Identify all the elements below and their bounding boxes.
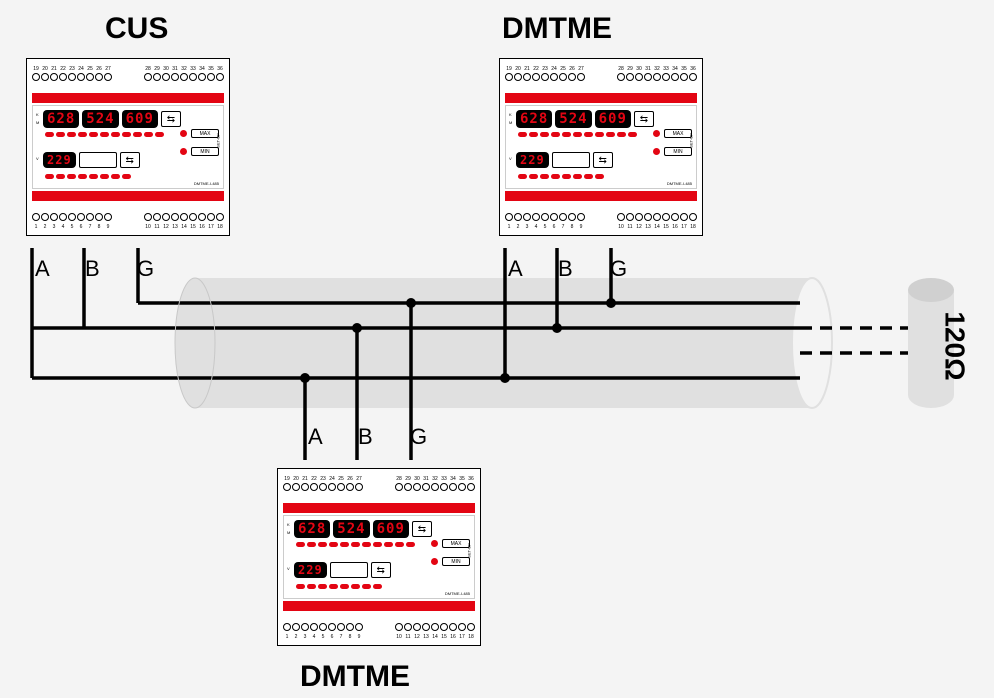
wire-label-a: A bbox=[308, 424, 323, 450]
terminal-strip-top: 19 20 21 22 23 24 25 26 27 28 29 30 31 3… bbox=[32, 64, 224, 90]
red-band bbox=[32, 93, 224, 103]
indicator-dot bbox=[180, 148, 187, 155]
nav-button[interactable]: ⇆ bbox=[120, 152, 140, 168]
display-value-3: 609 bbox=[373, 520, 409, 538]
wire-label-b: B bbox=[358, 424, 373, 450]
nav-button[interactable]: ⇆ bbox=[412, 521, 432, 537]
display-value-4: 229 bbox=[43, 152, 76, 168]
side-label-m: M bbox=[36, 120, 39, 125]
display-value-1: 628 bbox=[294, 520, 330, 538]
display-value-2: 524 bbox=[555, 110, 591, 128]
display-value-1: 628 bbox=[43, 110, 79, 128]
meter-device-cus: 19 20 21 22 23 24 25 26 27 28 29 30 31 3… bbox=[26, 58, 230, 236]
terminal-strip-top: 192021222324252627 282930313233343536 bbox=[505, 64, 697, 90]
display-value-4: 229 bbox=[516, 152, 549, 168]
side-label-k: K bbox=[36, 112, 39, 117]
nav-button[interactable]: ⇆ bbox=[634, 111, 654, 127]
display-value-1: 628 bbox=[516, 110, 552, 128]
display-value-2: 524 bbox=[333, 520, 369, 538]
wire-label-g: G bbox=[610, 256, 627, 282]
min-button[interactable]: MIN bbox=[191, 147, 219, 156]
device-label-cus: CUS bbox=[105, 12, 168, 46]
display-value-2: 524 bbox=[82, 110, 118, 128]
wire-label-b: B bbox=[558, 256, 573, 282]
device-face: K M V 628 524 609 ⇆ MAX MIN SET-UP 229 ⇆… bbox=[32, 105, 224, 189]
device-label-dmtme-top: DMTME bbox=[502, 12, 612, 46]
wire-label-b: B bbox=[85, 256, 100, 282]
model-label: DMTME-I-485 bbox=[194, 181, 219, 186]
indicator-row bbox=[45, 174, 131, 179]
terminal-strip-bottom: 1 2 3 4 5 6 7 8 9 10 11 12 13 14 15 16 1… bbox=[32, 204, 224, 230]
side-label-v: V bbox=[36, 156, 39, 161]
display-value-3: 609 bbox=[595, 110, 631, 128]
nav-button[interactable]: ⇆ bbox=[161, 111, 181, 127]
device-label-dmtme-bottom: DMTME bbox=[300, 660, 410, 694]
meter-device-dmtme: 192021222324252627 282930313233343536 K … bbox=[277, 468, 481, 646]
nav-button[interactable]: ⇆ bbox=[371, 562, 391, 578]
red-band bbox=[32, 191, 224, 201]
meter-device-dmtme: 192021222324252627 282930313233343536 K … bbox=[499, 58, 703, 236]
wire-label-a: A bbox=[35, 256, 50, 282]
display-value-3: 609 bbox=[122, 110, 158, 128]
min-button[interactable]: MIN bbox=[442, 557, 470, 566]
wire-label-g: G bbox=[410, 424, 427, 450]
display-value-4: 229 bbox=[294, 562, 327, 578]
setup-label: SET-UP bbox=[215, 133, 220, 147]
wire-label-g: G bbox=[137, 256, 154, 282]
nav-button[interactable]: ⇆ bbox=[593, 152, 613, 168]
terminator-label: 120Ω bbox=[939, 311, 971, 380]
min-button[interactable]: MIN bbox=[664, 147, 692, 156]
indicator-row bbox=[45, 132, 164, 137]
indicator-dot bbox=[180, 130, 187, 137]
wire-label-a: A bbox=[508, 256, 523, 282]
